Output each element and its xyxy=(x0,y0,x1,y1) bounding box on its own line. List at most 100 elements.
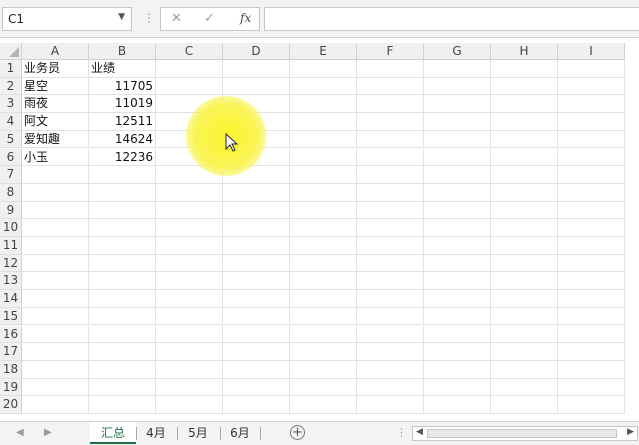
cell-e18[interactable] xyxy=(290,360,357,379)
cell-d7[interactable] xyxy=(223,166,290,184)
cell-d16[interactable] xyxy=(223,325,290,344)
sheet-tab-1[interactable]: 汇总 xyxy=(90,422,136,444)
cell-d8[interactable] xyxy=(223,183,290,202)
cell-f10[interactable] xyxy=(357,219,424,237)
scroll-left-icon[interactable]: ◀ xyxy=(416,427,423,437)
column-header-b[interactable]: B xyxy=(89,43,156,60)
row-header-2[interactable]: 2 xyxy=(0,77,22,96)
cell-a6[interactable]: 小玉 xyxy=(22,148,89,167)
cell-i6[interactable] xyxy=(558,148,625,167)
cell-g18[interactable] xyxy=(424,360,491,379)
cell-h9[interactable] xyxy=(491,201,558,220)
cell-e6[interactable] xyxy=(290,148,357,167)
cell-i9[interactable] xyxy=(558,201,625,220)
cell-h20[interactable] xyxy=(491,396,558,414)
cell-i14[interactable] xyxy=(558,290,625,308)
cell-g16[interactable] xyxy=(424,325,491,344)
cell-a17[interactable] xyxy=(22,343,89,361)
cell-i8[interactable] xyxy=(558,183,625,202)
enter-icon[interactable]: ✓ xyxy=(204,11,215,26)
cell-e4[interactable] xyxy=(290,113,357,131)
cell-f1[interactable] xyxy=(357,60,424,78)
cell-a14[interactable] xyxy=(22,290,89,308)
row-header-7[interactable]: 7 xyxy=(0,166,22,184)
cell-f4[interactable] xyxy=(357,113,424,131)
cell-d2[interactable] xyxy=(223,77,290,96)
cell-h1[interactable] xyxy=(491,60,558,78)
cell-d18[interactable] xyxy=(223,360,290,379)
cell-e14[interactable] xyxy=(290,290,357,308)
row-header-1[interactable]: 1 xyxy=(0,60,22,78)
column-header-a[interactable]: A xyxy=(22,43,89,60)
row-header-5[interactable]: 5 xyxy=(0,130,22,149)
column-header-c[interactable]: C xyxy=(156,43,223,60)
row-header-16[interactable]: 16 xyxy=(0,325,22,344)
cell-i17[interactable] xyxy=(558,343,625,361)
cell-i7[interactable] xyxy=(558,166,625,184)
cell-a1[interactable]: 业务员 xyxy=(22,60,89,78)
cell-b6[interactable]: 12236 xyxy=(89,148,156,167)
cell-h3[interactable] xyxy=(491,95,558,114)
cell-h6[interactable] xyxy=(491,148,558,167)
cell-c5[interactable] xyxy=(156,130,223,149)
row-header-10[interactable]: 10 xyxy=(0,219,22,237)
cell-b7[interactable] xyxy=(89,166,156,184)
cell-e9[interactable] xyxy=(290,201,357,220)
cell-a13[interactable] xyxy=(22,272,89,291)
cell-f17[interactable] xyxy=(357,343,424,361)
row-header-19[interactable]: 19 xyxy=(0,378,22,397)
cell-c9[interactable] xyxy=(156,201,223,220)
cell-i12[interactable] xyxy=(558,254,625,273)
cell-g7[interactable] xyxy=(424,166,491,184)
cell-a8[interactable] xyxy=(22,183,89,202)
row-header-13[interactable]: 13 xyxy=(0,272,22,291)
insert-function-icon[interactable]: fx xyxy=(240,11,251,25)
cell-a18[interactable] xyxy=(22,360,89,379)
cell-g9[interactable] xyxy=(424,201,491,220)
cell-g19[interactable] xyxy=(424,378,491,397)
row-header-20[interactable]: 20 xyxy=(0,396,22,414)
cell-b18[interactable] xyxy=(89,360,156,379)
cell-a16[interactable] xyxy=(22,325,89,344)
cell-d11[interactable] xyxy=(223,237,290,255)
cell-a10[interactable] xyxy=(22,219,89,237)
cell-b12[interactable] xyxy=(89,254,156,273)
row-header-6[interactable]: 6 xyxy=(0,148,22,167)
cell-b14[interactable] xyxy=(89,290,156,308)
cell-g1[interactable] xyxy=(424,60,491,78)
cell-a9[interactable] xyxy=(22,201,89,220)
cell-f12[interactable] xyxy=(357,254,424,273)
cell-a2[interactable]: 星空 xyxy=(22,77,89,96)
cell-h19[interactable] xyxy=(491,378,558,397)
cell-b20[interactable] xyxy=(89,396,156,414)
cell-b10[interactable] xyxy=(89,219,156,237)
cell-c12[interactable] xyxy=(156,254,223,273)
tab-prev-icon[interactable]: ◀ xyxy=(16,427,24,438)
row-header-14[interactable]: 14 xyxy=(0,290,22,308)
cell-a4[interactable]: 阿文 xyxy=(22,113,89,131)
row-header-9[interactable]: 9 xyxy=(0,201,22,220)
cell-h5[interactable] xyxy=(491,130,558,149)
row-header-3[interactable]: 3 xyxy=(0,95,22,114)
cell-h12[interactable] xyxy=(491,254,558,273)
cell-a7[interactable] xyxy=(22,166,89,184)
cell-f2[interactable] xyxy=(357,77,424,96)
cell-c14[interactable] xyxy=(156,290,223,308)
cell-e15[interactable] xyxy=(290,307,357,326)
cell-f18[interactable] xyxy=(357,360,424,379)
cell-g14[interactable] xyxy=(424,290,491,308)
row-header-12[interactable]: 12 xyxy=(0,254,22,273)
cell-e19[interactable] xyxy=(290,378,357,397)
cell-e20[interactable] xyxy=(290,396,357,414)
cell-d17[interactable] xyxy=(223,343,290,361)
cell-e11[interactable] xyxy=(290,237,357,255)
cell-d13[interactable] xyxy=(223,272,290,291)
cell-e17[interactable] xyxy=(290,343,357,361)
cell-f15[interactable] xyxy=(357,307,424,326)
cell-b1[interactable]: 业绩 xyxy=(89,60,156,78)
cell-b3[interactable]: 11019 xyxy=(89,95,156,114)
cell-e13[interactable] xyxy=(290,272,357,291)
cell-g2[interactable] xyxy=(424,77,491,96)
cell-g11[interactable] xyxy=(424,237,491,255)
cell-d6[interactable] xyxy=(223,148,290,167)
